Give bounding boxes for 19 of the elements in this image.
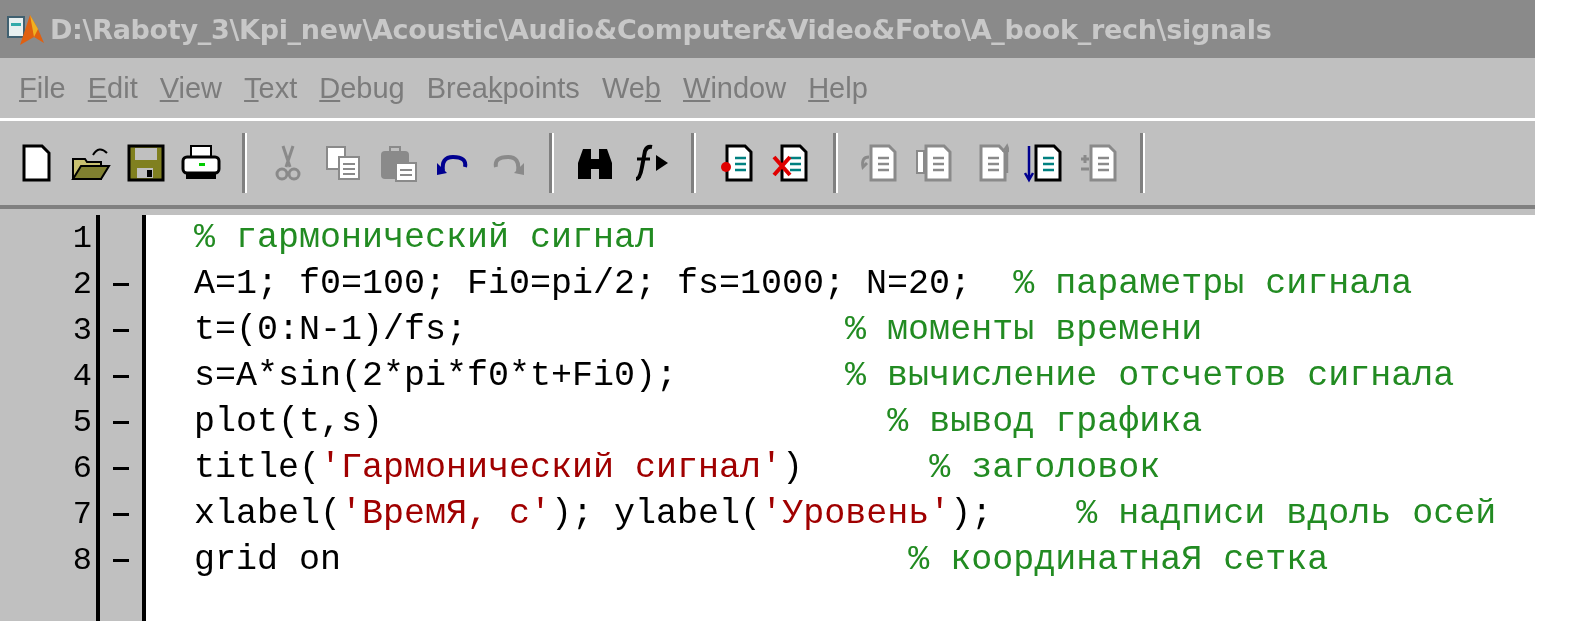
line-number: 2 [72, 265, 92, 303]
line-number: 7 [72, 495, 92, 533]
line-number: 1 [72, 219, 92, 257]
menu-item[interactable]: Text [235, 69, 307, 107]
menu-item[interactable]: Debug [310, 69, 414, 107]
line-number: 4 [72, 357, 92, 395]
document-down-arrow-icon[interactable] [1024, 143, 1064, 183]
line-number: 5 [72, 403, 92, 441]
menu-item[interactable]: Web [592, 69, 670, 107]
menu-item[interactable]: Window [674, 69, 796, 107]
menu-item[interactable]: Edit [78, 69, 147, 107]
menu-item[interactable]: Help [799, 69, 877, 107]
line-number: 3 [72, 311, 92, 349]
menu-item[interactable]: View [150, 69, 232, 107]
window-title: D:\Raboty_3\Kpi_new\Acoustic\Audio&Computer&Video&Foto\A_book_rech\signals [50, 13, 1272, 45]
menu-item[interactable]: Breakpoints [417, 69, 589, 107]
menu-item[interactable]: File [10, 69, 75, 107]
line-number: 8 [72, 541, 92, 579]
line-number: 6 [72, 449, 92, 487]
